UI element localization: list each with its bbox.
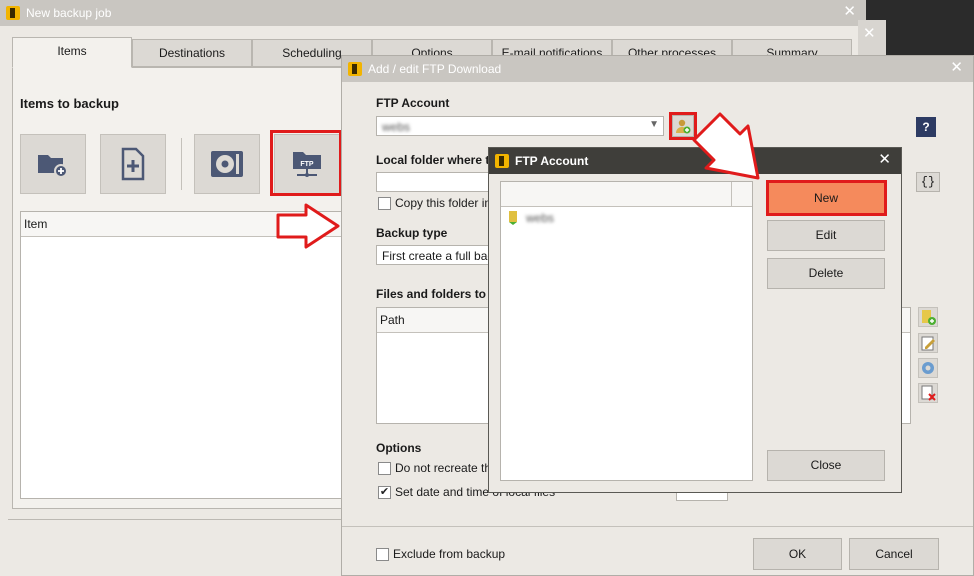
ok-button[interactable]: OK <box>753 538 842 570</box>
set-date-checkbox[interactable]: ✔ <box>378 486 391 499</box>
close-icon[interactable]: ✕ <box>950 59 963 77</box>
variables-button[interactable]: {} <box>916 172 940 192</box>
window-title: New backup job <box>26 6 112 20</box>
dialog-title: FTP Account <box>515 154 589 168</box>
local-folder-label: Local folder where to <box>376 153 497 167</box>
ftp-account-dialog: FTP Account ✕ webs New Edit Delete Close <box>488 147 902 493</box>
delete-icon <box>921 385 936 401</box>
account-button-highlight <box>669 112 697 140</box>
add-folder-icon <box>38 155 68 178</box>
options-label: Options <box>376 441 422 455</box>
backup-job-titlebar: New backup job ✕ <box>0 0 866 26</box>
list-item[interactable]: webs <box>507 209 554 227</box>
item-column-header[interactable]: Item <box>24 217 47 231</box>
ftp-download-titlebar: Add / edit FTP Download ✕ <box>342 56 973 82</box>
dialog-title: Add / edit FTP Download <box>368 62 502 76</box>
toolbar-divider <box>181 138 182 190</box>
no-recreate-label: Do not recreate the <box>395 461 498 475</box>
app-logo-icon <box>6 6 20 20</box>
add-folder-icon <box>922 310 936 325</box>
copy-folder-checkbox[interactable] <box>378 197 391 210</box>
remove-path-button[interactable] <box>918 383 938 403</box>
close-button[interactable]: Close <box>767 450 885 481</box>
account-item-label: webs <box>526 211 555 225</box>
exclude-label: Exclude from backup <box>393 547 506 561</box>
ftp-button-highlight <box>270 130 342 196</box>
add-file-button[interactable] <box>100 134 166 194</box>
backup-type-value: First create a full back <box>382 249 500 263</box>
items-list-header: Item <box>21 212 349 237</box>
ftp-account-titlebar: FTP Account ✕ <box>489 148 901 174</box>
ftp-account-label: FTP Account <box>376 96 450 110</box>
ftp-account-icon <box>509 211 517 225</box>
backup-type-select[interactable]: First create a full back <box>376 245 500 265</box>
close-icon[interactable]: ✕ <box>843 3 856 21</box>
chevron-down-icon[interactable]: ▼ <box>649 119 659 130</box>
settings-path-button[interactable] <box>918 358 938 378</box>
close-icon[interactable]: ✕ <box>878 151 891 169</box>
disk-image-icon <box>211 151 243 177</box>
path-column-header[interactable]: Path <box>380 313 405 327</box>
app-logo-icon <box>495 154 509 168</box>
edit-icon <box>921 336 935 351</box>
backup-type-label: Backup type <box>376 226 448 240</box>
delete-account-button[interactable]: Delete <box>767 258 885 289</box>
add-path-button[interactable] <box>918 307 938 327</box>
exclude-checkbox[interactable] <box>376 548 389 561</box>
files-folders-label: Files and folders to b <box>376 287 497 301</box>
add-file-icon <box>121 147 145 181</box>
ftp-account-select[interactable]: webs ▼ <box>376 116 664 136</box>
new-button-highlight <box>766 180 887 216</box>
accounts-list-header <box>501 182 752 207</box>
add-folder-button[interactable] <box>20 134 86 194</box>
dialog-bottom-separator <box>342 526 973 527</box>
column-divider <box>731 182 732 206</box>
tab-items[interactable]: Items <box>12 37 132 68</box>
help-button[interactable]: ? <box>916 117 936 137</box>
app-logo-icon <box>348 62 362 76</box>
items-list[interactable]: Item <box>20 211 350 499</box>
gear-icon <box>922 362 934 374</box>
no-recreate-checkbox[interactable] <box>378 462 391 475</box>
tab-destinations[interactable]: Destinations <box>132 39 252 67</box>
bottom-separator <box>8 519 348 520</box>
ftp-account-value: webs <box>382 120 411 134</box>
local-folder-input[interactable] <box>376 172 496 192</box>
copy-folder-label: Copy this folder in t <box>395 196 498 210</box>
background-close-icon: ✕ <box>863 25 876 42</box>
disk-image-button[interactable] <box>194 134 260 194</box>
items-section-title: Items to backup <box>20 96 119 111</box>
edit-path-button[interactable] <box>918 333 938 353</box>
cancel-button[interactable]: Cancel <box>849 538 939 570</box>
edit-account-button[interactable]: Edit <box>767 220 885 251</box>
accounts-list[interactable]: webs <box>500 181 753 481</box>
